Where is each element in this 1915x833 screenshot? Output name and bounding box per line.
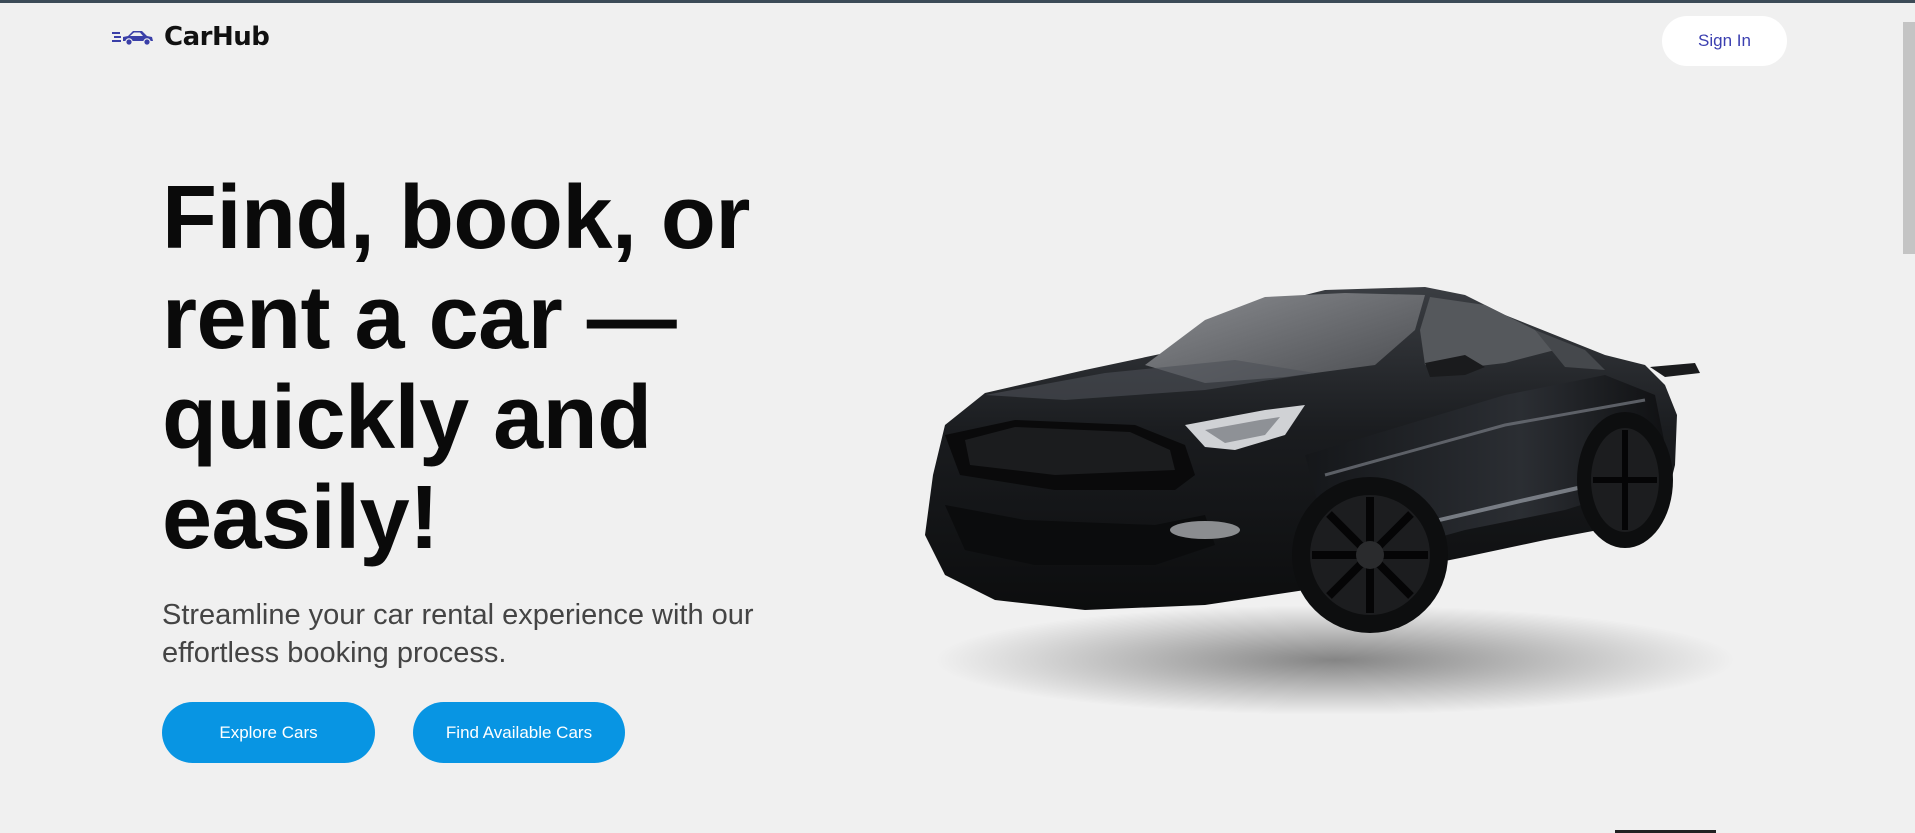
car-speed-icon — [112, 31, 153, 46]
hero-car-image — [925, 287, 1735, 715]
find-available-cars-button[interactable]: Find Available Cars — [413, 702, 625, 763]
hero-title: Find, book, or rent a car — quickly and … — [162, 168, 750, 568]
scrollbar-thumb[interactable] — [1903, 22, 1915, 254]
landing-page: CarHub Sign In Find, book, or rent a car… — [0, 0, 1915, 833]
hero-subtitle: Streamline your car rental experience wi… — [162, 599, 754, 669]
brand-logo[interactable]: CarHub — [112, 22, 270, 52]
sign-in-button[interactable]: Sign In — [1662, 16, 1787, 66]
brand-name: CarHub — [164, 22, 270, 52]
window-top-border — [0, 0, 1915, 3]
explore-cars-button[interactable]: Explore Cars — [162, 702, 375, 763]
